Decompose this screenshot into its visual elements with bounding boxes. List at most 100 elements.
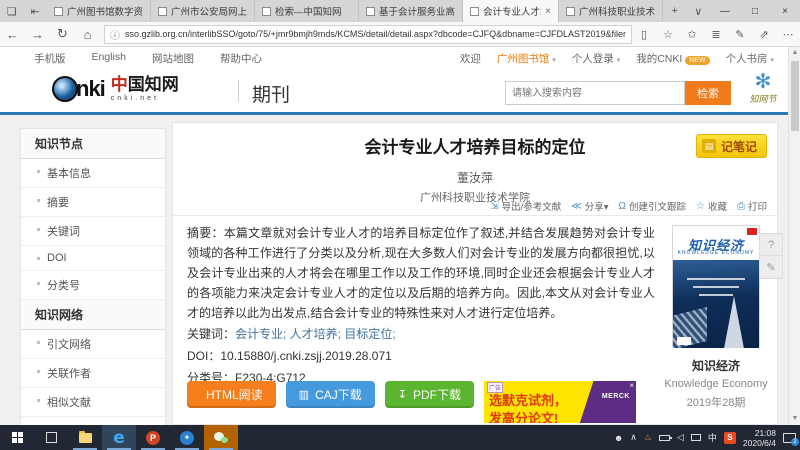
sidebar-item-0-分类号[interactable]: 分类号: [21, 271, 165, 300]
minimize-button[interactable]: —: [710, 0, 740, 22]
web-note-pen-icon[interactable]: ✎: [728, 28, 752, 41]
reading-list-icon[interactable]: ≣: [704, 28, 728, 41]
site-header: nki 中国知网 cnki.net 期刊 检索 ✻ 知网节: [0, 70, 788, 115]
taskbar-clock[interactable]: 21:082020/6/4: [743, 428, 776, 448]
favorite-button[interactable]: ☆收藏: [696, 199, 727, 213]
forward-icon[interactable]: →: [25, 27, 50, 42]
keywords-links[interactable]: 会计专业; 人才培养; 目标定位;: [235, 327, 396, 341]
help-center-link[interactable]: 帮助中心: [220, 51, 262, 66]
article-author[interactable]: 董汝萍: [173, 169, 777, 186]
scroll-down-icon[interactable]: ▼: [789, 413, 800, 425]
scrollbar-thumb[interactable]: [791, 61, 799, 131]
browser-tab-3[interactable]: 基于会计服务业高质: [359, 0, 463, 22]
journal-name-en: Knowledge Economy: [664, 377, 768, 391]
volume-icon[interactable]: ◁: [677, 432, 684, 443]
notification-badge: 2: [791, 438, 799, 446]
citation-alert-button[interactable]: Ω创建引文跟踪: [619, 199, 687, 213]
browser-tab-0[interactable]: 广州图书馆数字资源: [47, 0, 151, 22]
app-button[interactable]: ✦: [170, 425, 204, 450]
feedback-comment-icon[interactable]: ?: [760, 234, 782, 256]
sidebar-item-0-基本信息[interactable]: 基本信息: [21, 159, 165, 188]
reading-view-icon[interactable]: ▯: [632, 28, 656, 41]
close-button[interactable]: ×: [770, 0, 800, 22]
pdf-download-button[interactable]: ↧PDF下载: [385, 381, 474, 408]
export-references-button[interactable]: ⇲导出/参考文献: [490, 199, 561, 213]
personal-login-menu[interactable]: 个人登录 ▾: [572, 51, 620, 66]
page-scrollbar[interactable]: ▲ ▼: [788, 47, 800, 425]
merck-logo: MERCK: [602, 393, 630, 400]
edge-icon: e: [113, 428, 125, 448]
wechat-button[interactable]: [204, 425, 238, 450]
take-note-button[interactable]: ▤ 记笔记: [696, 134, 767, 158]
more-menu-icon[interactable]: ⋯: [776, 28, 800, 41]
task-view-button[interactable]: [34, 425, 68, 450]
library-menu[interactable]: 广州图书馆 ▾: [497, 51, 556, 66]
my-cnki-link[interactable]: 我的CNKI NEW: [636, 51, 709, 66]
share-button[interactable]: ≪分享▾: [571, 199, 608, 213]
people-icon[interactable]: ☻: [614, 433, 623, 443]
sidebar-item-1-关联作者[interactable]: 关联作者: [21, 359, 165, 388]
mobile-version-link[interactable]: 手机版: [34, 51, 66, 66]
set-tabs-aside-icon[interactable]: ⇤: [24, 0, 48, 22]
page-content: 知识节点基本信息摘要关键词DOI分类号知识网络引文网络关联作者相似文献读者推荐相…: [0, 115, 788, 425]
browser-tab-4[interactable]: 会计专业人才培:×: [463, 0, 559, 22]
hotspot-icon[interactable]: ♨: [644, 432, 652, 443]
print-button[interactable]: ⎙打印: [737, 199, 767, 213]
site-utility-bar: 手机版English网站地图帮助中心 欢迎 广州图书馆 ▾ 个人登录 ▾ 我的C…: [0, 47, 788, 70]
new-tab-button[interactable]: +: [663, 0, 687, 22]
start-button[interactable]: [0, 425, 34, 450]
hidden-icons-chevron[interactable]: ∧: [630, 432, 637, 443]
caj-download-button[interactable]: ▥CAJ下载: [286, 381, 375, 408]
sogou-icon[interactable]: S: [724, 432, 736, 444]
file-explorer-button[interactable]: [68, 425, 102, 450]
personal-study-menu[interactable]: 个人书房 ▾: [726, 51, 774, 66]
cnki-logo[interactable]: nki 中国知网 cnki.net: [52, 76, 179, 102]
windows-logo-icon: [12, 432, 23, 443]
feedback-widget: ? ✎: [759, 233, 783, 279]
journal-issue[interactable]: 2019年28期: [663, 394, 769, 410]
action-center-icon[interactable]: 2: [783, 433, 796, 443]
ime-indicator[interactable]: 中: [708, 431, 717, 444]
sitemap-link[interactable]: 网站地图: [152, 51, 194, 66]
zhiwangjie-logo: ✻ 知网节: [742, 72, 784, 105]
tab-preview-icon[interactable]: ❏: [0, 0, 24, 22]
browser-tab-1[interactable]: 广州市公安局网上车: [151, 0, 255, 22]
sidebar-item-1-引文网络[interactable]: 引文网络: [21, 330, 165, 359]
knowledge-sidebar: 知识节点基本信息摘要关键词DOI分类号知识网络引文网络关联作者相似文献读者推荐相…: [20, 128, 166, 450]
powerpoint-button[interactable]: P: [136, 425, 170, 450]
browser-tab-2[interactable]: 检索—中国知网: [255, 0, 359, 22]
url-field[interactable]: ⓘ sso.gzlib.org.cn/interlibSSO/goto/75/+…: [104, 25, 632, 44]
tab-menu-button[interactable]: ∨: [687, 0, 711, 22]
home-icon[interactable]: ⌂: [75, 27, 100, 42]
hub-icon[interactable]: ✩: [680, 28, 704, 41]
feedback-pen-icon[interactable]: ✎: [760, 256, 782, 278]
tab-close-icon[interactable]: ×: [545, 6, 551, 17]
task-view-icon: [46, 432, 57, 443]
sidebar-item-0-DOI[interactable]: DOI: [21, 246, 165, 271]
ad-close-icon[interactable]: ×: [629, 381, 634, 390]
favorite-star-icon[interactable]: ☆: [656, 28, 680, 41]
edge-button[interactable]: e: [102, 425, 136, 450]
html-read-button[interactable]: HTML阅读: [187, 381, 276, 408]
merck-ad-banner[interactable]: 广告选默克试剂，发高分论文!MERCK×: [484, 381, 636, 423]
article-card: 会计专业人才培养目标的定位 ▤ 记笔记 董汝萍 广州科技职业技术学院 ⇲导出/参…: [172, 122, 778, 425]
sidebar-item-0-摘要[interactable]: 摘要: [21, 188, 165, 217]
english-link[interactable]: English: [92, 51, 126, 66]
search-input[interactable]: [505, 81, 685, 105]
browser-tab-5[interactable]: 广州科技职业技术大: [559, 0, 663, 22]
site-info-icon[interactable]: ⓘ: [110, 27, 120, 42]
refresh-icon[interactable]: ↻: [50, 26, 75, 42]
print-icon: ⎙: [737, 201, 745, 212]
sidebar-item-1-相似文献[interactable]: 相似文献: [21, 388, 165, 417]
share-icon[interactable]: ⇗: [752, 28, 776, 41]
search-button[interactable]: 检索: [685, 81, 731, 105]
network-icon[interactable]: [691, 434, 701, 441]
battery-icon[interactable]: [659, 435, 670, 441]
journal-name[interactable]: 知识经济: [663, 357, 769, 374]
scroll-up-icon[interactable]: ▲: [789, 47, 800, 59]
folder-icon: [79, 433, 92, 443]
maximize-button[interactable]: □: [740, 0, 770, 22]
back-icon[interactable]: ←: [0, 27, 25, 42]
journal-cover[interactable]: 知识经济 KNOWLEDGE ECONOMY: [672, 225, 760, 347]
sidebar-item-0-关键词[interactable]: 关键词: [21, 217, 165, 246]
